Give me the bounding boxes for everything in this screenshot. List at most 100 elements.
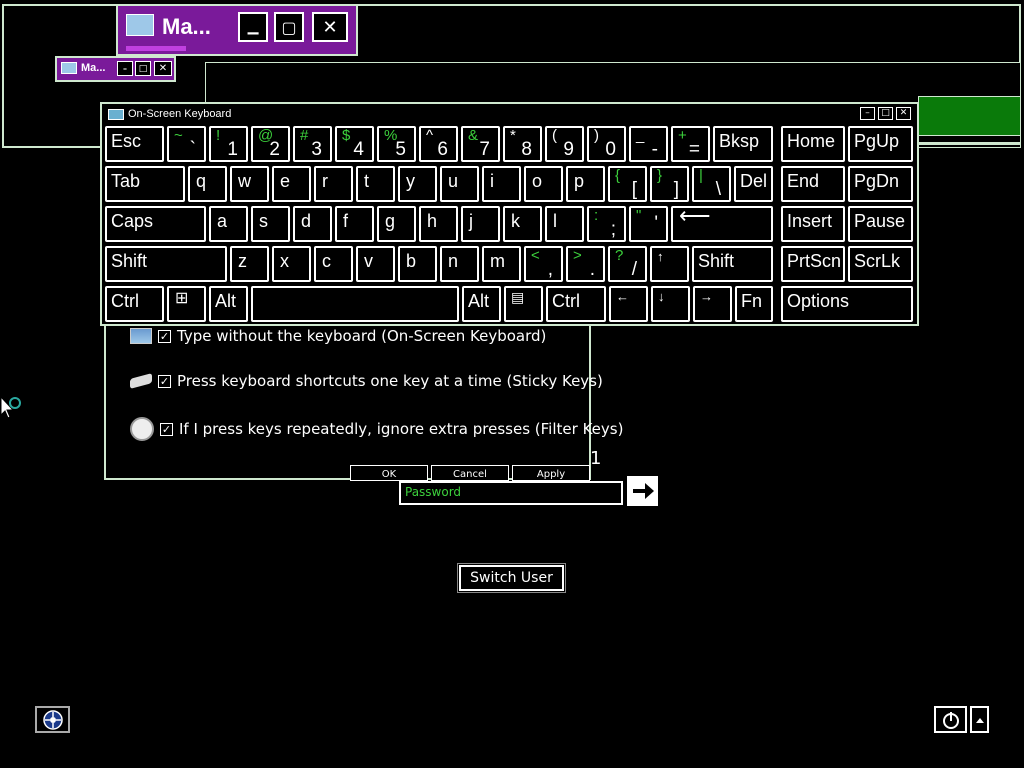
key-insert[interactable]: Insert xyxy=(781,206,845,242)
key-slash[interactable]: ? / xyxy=(608,246,647,282)
key-a[interactable]: a xyxy=(209,206,248,242)
key-options[interactable]: Options xyxy=(781,286,913,322)
key-esc[interactable]: Esc xyxy=(105,126,164,162)
key-space[interactable] xyxy=(251,286,459,322)
key-ctrl-right[interactable]: Ctrl xyxy=(546,286,606,322)
key-backslash[interactable]: | \ xyxy=(692,166,731,202)
option-filter-keys[interactable]: ✓ If I press keys repeatedly, ignore ext… xyxy=(130,417,623,441)
ease-of-access-button[interactable] xyxy=(35,706,70,733)
minimize-button[interactable]: ▁ xyxy=(238,12,268,42)
key-right-bracket[interactable]: }] xyxy=(650,166,689,202)
key-pgdn[interactable]: PgDn xyxy=(848,166,913,202)
key-minus[interactable]: _ - xyxy=(629,126,668,162)
key-del[interactable]: Del xyxy=(734,166,773,202)
key-h[interactable]: h xyxy=(419,206,458,242)
ok-button[interactable]: OK xyxy=(350,465,428,481)
key-n[interactable]: n xyxy=(440,246,479,282)
key-f[interactable]: f xyxy=(335,206,374,242)
key-scrlk[interactable]: ScrLk xyxy=(848,246,913,282)
key-6[interactable]: ^ 6 xyxy=(419,126,458,162)
key-c[interactable]: c xyxy=(314,246,353,282)
key-arrow-left[interactable]: ← xyxy=(609,286,648,322)
key-period[interactable]: >. xyxy=(566,246,605,282)
submit-arrow-button[interactable] xyxy=(627,476,658,506)
key-u[interactable]: u xyxy=(440,166,479,202)
password-field[interactable]: Password xyxy=(399,481,623,505)
shutdown-button[interactable] xyxy=(934,706,967,733)
key-l[interactable]: l xyxy=(545,206,584,242)
key-ctrl-left[interactable]: Ctrl xyxy=(105,286,164,322)
option-sticky-keys[interactable]: ✓ Press keyboard shortcuts one key at a … xyxy=(130,372,603,390)
key-z[interactable]: z xyxy=(230,246,269,282)
minimized-window-small[interactable]: Ma... – □ ✕ xyxy=(55,56,176,82)
key-alt-right[interactable]: Alt xyxy=(462,286,501,322)
key-pause[interactable]: Pause xyxy=(848,206,913,242)
key-arrow-right[interactable]: → xyxy=(693,286,732,322)
key-e[interactable]: e xyxy=(272,166,311,202)
key-equal[interactable]: + = xyxy=(671,126,710,162)
key-caps[interactable]: Caps xyxy=(105,206,206,242)
close-button[interactable]: ✕ xyxy=(312,12,348,42)
cancel-button[interactable]: Cancel xyxy=(431,465,509,481)
key-tilde[interactable]: ~ ` xyxy=(167,126,206,162)
key-2[interactable]: @2 xyxy=(251,126,290,162)
key-end[interactable]: End xyxy=(781,166,845,202)
key-x[interactable]: x xyxy=(272,246,311,282)
minimize-button-small[interactable]: – xyxy=(117,61,133,76)
key-k[interactable]: k xyxy=(503,206,542,242)
key-semicolon[interactable]: :; xyxy=(587,206,626,242)
key-windows[interactable]: ⊞ xyxy=(167,286,206,322)
shutdown-options-button[interactable] xyxy=(970,706,989,733)
key-y[interactable]: y xyxy=(398,166,437,202)
key-fn[interactable]: Fn xyxy=(735,286,773,322)
key-w[interactable]: w xyxy=(230,166,269,202)
key-m[interactable]: m xyxy=(482,246,521,282)
key-8[interactable]: * 8 xyxy=(503,126,542,162)
apply-button[interactable]: Apply xyxy=(512,465,590,481)
key-quote[interactable]: " ' xyxy=(629,206,668,242)
key-s[interactable]: s xyxy=(251,206,290,242)
key-r[interactable]: r xyxy=(314,166,353,202)
key-home[interactable]: Home xyxy=(781,126,845,162)
key-p[interactable]: p xyxy=(566,166,605,202)
key-pgup[interactable]: PgUp xyxy=(848,126,913,162)
option-on-screen-keyboard[interactable]: ✓ Type without the keyboard (On-Screen K… xyxy=(130,327,546,345)
key-i[interactable]: i xyxy=(482,166,521,202)
key-t[interactable]: t xyxy=(356,166,395,202)
switch-user-button[interactable]: Switch User xyxy=(457,563,566,593)
key-comma[interactable]: <, xyxy=(524,246,563,282)
key-9[interactable]: (9 xyxy=(545,126,584,162)
minimized-window-large[interactable]: Ma... ▁ ▢ ✕ xyxy=(116,4,358,56)
checkbox[interactable]: ✓ xyxy=(158,374,171,388)
osk-close-button[interactable]: ✕ xyxy=(896,107,911,120)
checkbox[interactable]: ✓ xyxy=(158,329,171,343)
key-shift-right[interactable]: Shift xyxy=(692,246,773,282)
key-shift-left[interactable]: Shift xyxy=(105,246,227,282)
key-arrow-down[interactable]: ↓ xyxy=(651,286,690,322)
key-arrow-up[interactable]: ↑ xyxy=(650,246,689,282)
osk-minimize-button[interactable]: – xyxy=(860,107,875,120)
key-alt-left[interactable]: Alt xyxy=(209,286,248,322)
close-button-small[interactable]: ✕ xyxy=(154,61,172,76)
osk-maximize-button[interactable]: □ xyxy=(878,107,893,120)
key-menu[interactable]: ▤ xyxy=(504,286,543,322)
key-left-bracket[interactable]: {[ xyxy=(608,166,647,202)
key-5[interactable]: % 5 xyxy=(377,126,416,162)
key-b[interactable]: b xyxy=(398,246,437,282)
key-d[interactable]: d xyxy=(293,206,332,242)
key-1[interactable]: ! 1 xyxy=(209,126,248,162)
key-g[interactable]: g xyxy=(377,206,416,242)
key-q[interactable]: q xyxy=(188,166,227,202)
key-v[interactable]: v xyxy=(356,246,395,282)
key-enter[interactable]: ⟵ xyxy=(671,205,773,242)
key-j[interactable]: j xyxy=(461,206,500,242)
key-0[interactable]: ) 0 xyxy=(587,126,626,162)
key-backspace[interactable]: Bksp xyxy=(713,126,773,162)
maximize-button[interactable]: ▢ xyxy=(274,12,304,42)
key-tab[interactable]: Tab xyxy=(105,166,185,202)
maximize-button-small[interactable]: □ xyxy=(135,61,151,76)
key-7[interactable]: & 7 xyxy=(461,126,500,162)
key-o[interactable]: o xyxy=(524,166,563,202)
key-prtscn[interactable]: PrtScn xyxy=(781,246,845,282)
key-4[interactable]: $4 xyxy=(335,126,374,162)
